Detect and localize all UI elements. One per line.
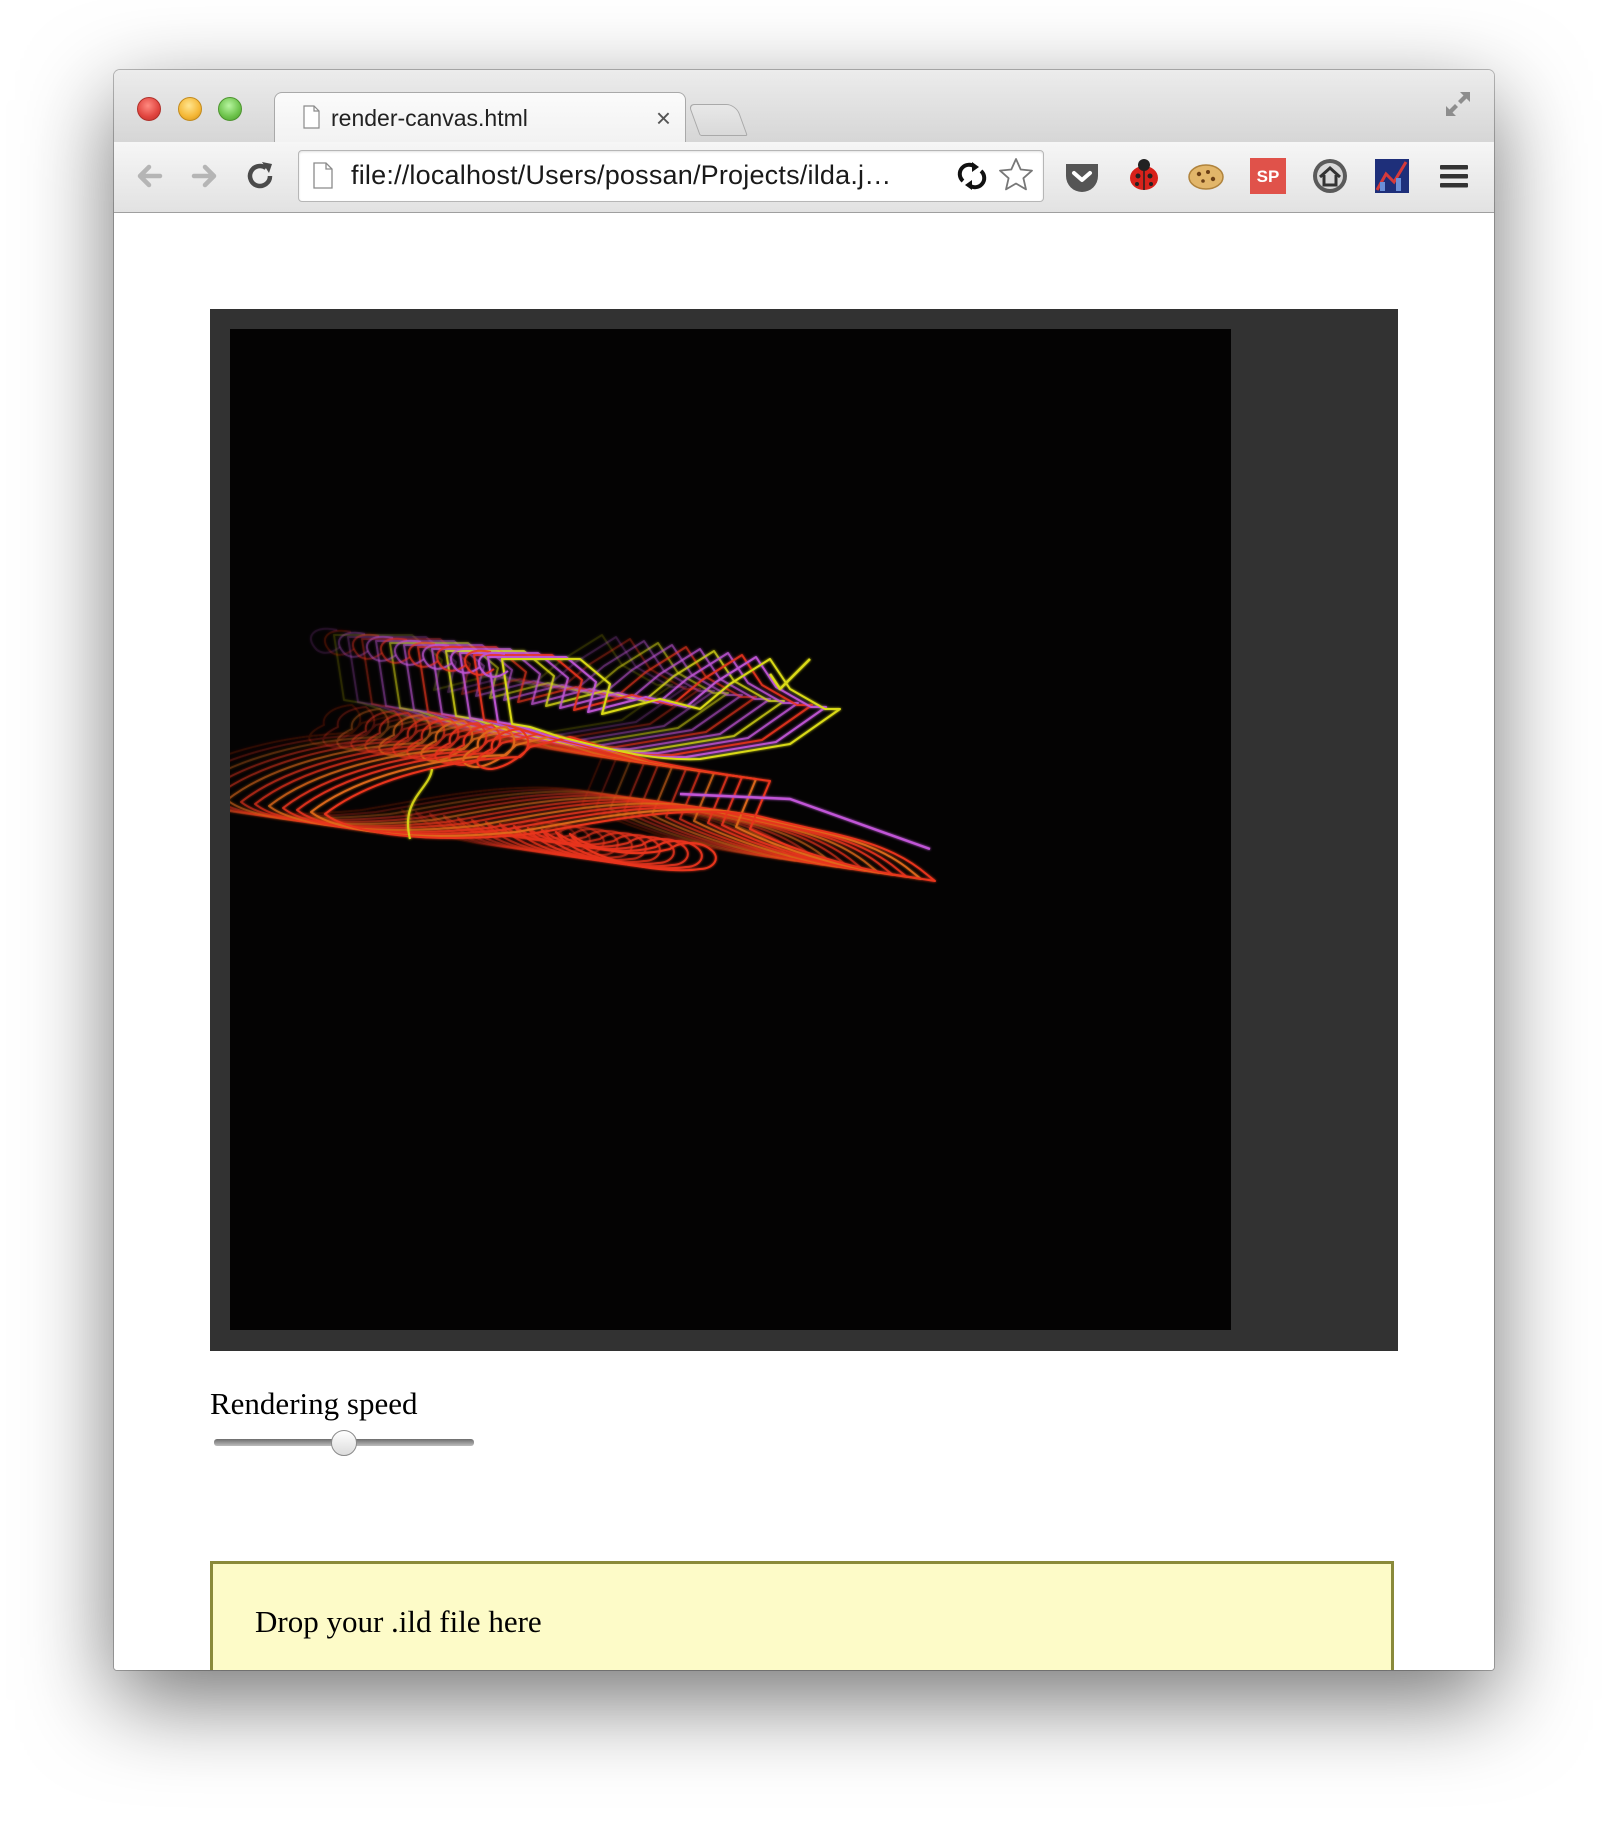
tab-render-canvas[interactable]: render-canvas.html ×: [274, 92, 686, 143]
canvas-container: [210, 309, 1398, 1351]
file-dropzone[interactable]: Drop your .ild file here: [210, 1561, 1394, 1670]
home-icon[interactable]: [1310, 156, 1350, 196]
page-icon: [303, 105, 320, 129]
auto-reload-icon[interactable]: [955, 159, 989, 193]
tab-title: render-canvas.html: [331, 105, 528, 131]
rendering-speed-slider[interactable]: [214, 1429, 474, 1461]
dropzone-label: Drop your .ild file here: [255, 1604, 542, 1639]
maximize-window-button[interactable]: [218, 97, 242, 121]
forward-arrow-icon[interactable]: [184, 156, 224, 196]
new-tab-button[interactable]: [688, 104, 748, 136]
ladybug-icon[interactable]: [1124, 156, 1164, 196]
url-text: file://localhost/Users/possan/Projects/i…: [351, 160, 892, 190]
chart-icon[interactable]: [1372, 156, 1412, 196]
back-arrow-icon[interactable]: [130, 156, 170, 196]
cookie-icon[interactable]: [1186, 156, 1226, 196]
browser-toolbar: file://localhost/Users/possan/Projects/i…: [114, 142, 1494, 213]
browser-window: render-canvas.html × file://localhost/Us…: [114, 70, 1494, 1670]
laser-render-canvas: [230, 329, 1231, 1330]
reload-icon[interactable]: [240, 156, 280, 196]
tab-strip: render-canvas.html ×: [114, 70, 1494, 143]
page-icon: [313, 162, 333, 189]
tab-close-icon[interactable]: ×: [656, 103, 671, 134]
address-bar[interactable]: file://localhost/Users/possan/Projects/i…: [298, 150, 1044, 202]
rendering-speed-label: Rendering speed: [210, 1386, 418, 1421]
fullscreen-icon[interactable]: [1442, 88, 1474, 120]
minimize-window-button[interactable]: [178, 97, 202, 121]
sp-icon[interactable]: SP: [1248, 156, 1288, 196]
bookmark-star-icon[interactable]: [997, 156, 1035, 194]
pocket-icon[interactable]: [1062, 156, 1102, 196]
menu-icon[interactable]: [1434, 156, 1474, 196]
page-content: Rendering speed Drop your .ild file here: [114, 213, 1494, 1670]
slider-thumb[interactable]: [331, 1430, 357, 1456]
svg-text:SP: SP: [1257, 167, 1280, 186]
close-window-button[interactable]: [137, 97, 161, 121]
